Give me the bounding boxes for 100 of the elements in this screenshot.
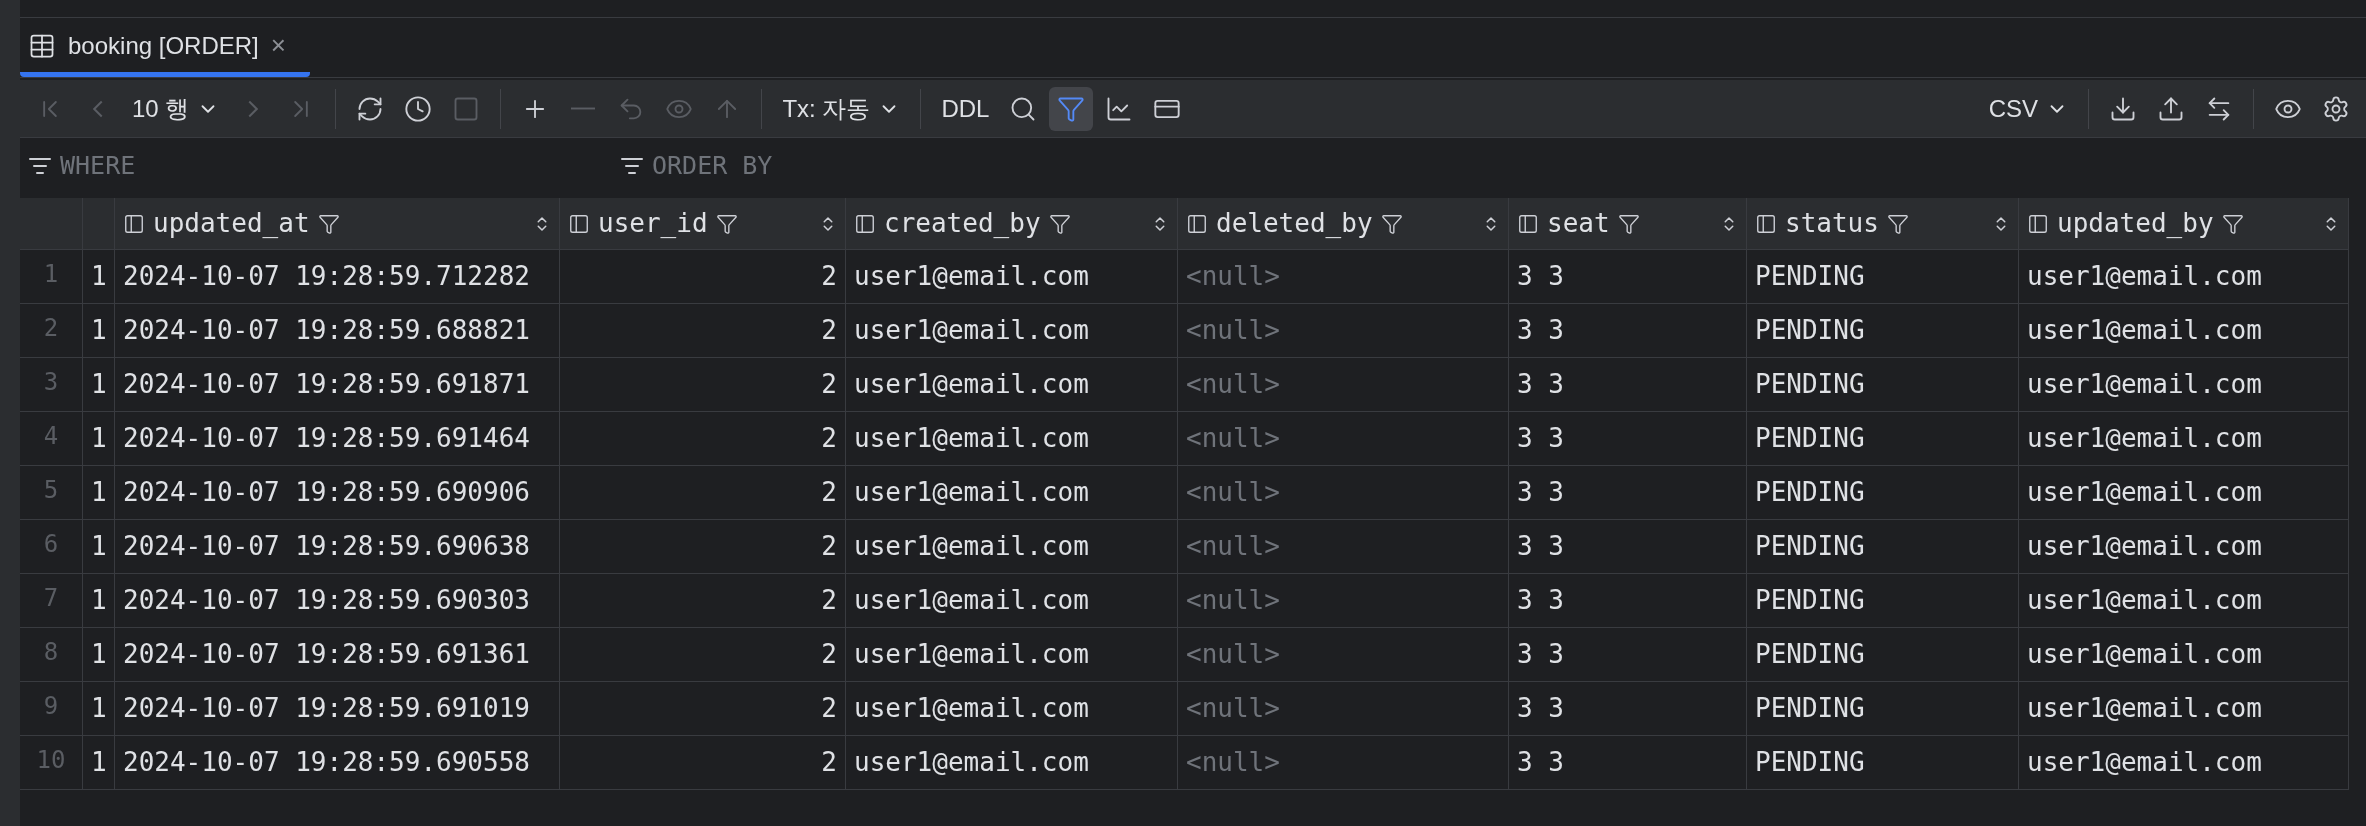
table-cell: user1@email.com (846, 358, 1178, 411)
table-cell: user1@email.com (846, 466, 1178, 519)
column-icon (2027, 212, 2049, 235)
table-cell: 1 (83, 736, 115, 789)
table-cell: 3 3 (1509, 412, 1747, 465)
table-cell: 2024-10-07 19:28:59.691361 (115, 628, 560, 681)
table-cell: user1@email.com (2019, 412, 2349, 465)
table-cell: 3 3 (1509, 682, 1747, 735)
table-cell: 1 (83, 628, 115, 681)
filter-icon (2221, 212, 2244, 235)
column-name: deleted_by (1216, 207, 1373, 240)
table-cell: 2 (560, 736, 846, 789)
order-by-field[interactable]: ORDER BY (652, 147, 1152, 185)
table-cell: 2 (560, 250, 846, 303)
table-cell: PENDING (1747, 520, 2019, 573)
table-cell: 3 3 (1509, 520, 1747, 573)
null-cell: <null> (1178, 358, 1509, 411)
row-number: 2 (20, 304, 83, 357)
filter-icon (1048, 212, 1071, 235)
table-cell: PENDING (1747, 412, 2019, 465)
table-cell: user1@email.com (846, 520, 1178, 573)
column-name: updated_at (153, 207, 310, 240)
dropdown-button[interactable]: 10 행 (124, 86, 228, 131)
table-cell: user1@email.com (846, 574, 1178, 627)
previous-page-icon (93, 99, 103, 118)
column-header[interactable]: deleted_by (1178, 198, 1509, 249)
table-cell: 1 (83, 682, 115, 735)
table-cell: 2 (560, 574, 846, 627)
column-icon (568, 212, 590, 235)
column-header[interactable]: status (1747, 198, 2019, 249)
table-cell: PENDING (1747, 466, 2019, 519)
row-number: 7 (20, 574, 83, 627)
table-cell: 2 (560, 466, 846, 519)
settings-icon (2322, 94, 2350, 123)
next-page-icon (248, 99, 259, 118)
table-cell: 3 3 (1509, 574, 1747, 627)
table-cell: user1@email.com (2019, 250, 2349, 303)
dropdown-button[interactable]: CSV (1980, 86, 2076, 131)
filter-button[interactable] (1049, 86, 1094, 131)
row-number: 10 (20, 736, 83, 789)
table-cell: user1@email.com (2019, 520, 2349, 573)
table-cell: user1@email.com (2019, 466, 2349, 519)
filter-icon (317, 212, 340, 235)
where-field[interactable]: WHERE (60, 147, 560, 185)
table-cell: user1@email.com (2019, 628, 2349, 681)
null-cell: <null> (1178, 574, 1509, 627)
table-cell: PENDING (1747, 736, 2019, 789)
column-header[interactable]: user_id (560, 198, 846, 249)
row-number: 1 (20, 250, 83, 303)
null-cell: <null> (1178, 412, 1509, 465)
row-number: 4 (20, 412, 83, 465)
table-cell: 1 (83, 412, 115, 465)
null-cell: <null> (1178, 466, 1509, 519)
column-header[interactable]: seat (1509, 198, 1747, 249)
filter-icon (1380, 212, 1403, 235)
row-number: 3 (20, 358, 83, 411)
column-name: created_by (884, 207, 1041, 240)
column-header[interactable]: created_by (846, 198, 1178, 249)
column-icon (1186, 212, 1208, 235)
table-cell: PENDING (1747, 682, 2019, 735)
null-cell: <null> (1178, 628, 1509, 681)
dropdown-button[interactable]: Tx: 자동 (774, 86, 909, 131)
table-cell: 1 (83, 466, 115, 519)
table-cell: 2 (560, 682, 846, 735)
table-cell: 2024-10-07 19:28:59.712282 (115, 250, 560, 303)
row-number: 8 (20, 628, 83, 681)
table-cell: user1@email.com (2019, 736, 2349, 789)
column-header[interactable]: updated_by (2019, 198, 2349, 249)
table-cell: 2 (560, 412, 846, 465)
ddl-button[interactable]: DDL (933, 86, 998, 131)
table-cell: 3 3 (1509, 466, 1747, 519)
column-name: seat (1547, 207, 1610, 240)
table-cell: 2024-10-07 19:28:59.688821 (115, 304, 560, 357)
table-cell: user1@email.com (846, 628, 1178, 681)
table-cell: 2024-10-07 19:28:59.690303 (115, 574, 560, 627)
column-icon (123, 212, 145, 235)
table-cell: 2 (560, 628, 846, 681)
column-icon (1517, 212, 1539, 235)
table-cell: 2024-10-07 19:28:59.690558 (115, 736, 560, 789)
null-cell: <null> (1178, 304, 1509, 357)
remove-row-icon (571, 107, 596, 110)
table-cell: 3 3 (1509, 628, 1747, 681)
row-number: 5 (20, 466, 83, 519)
table-cell: 2 (560, 358, 846, 411)
table-cell: 3 3 (1509, 304, 1747, 357)
table-cell: user1@email.com (2019, 682, 2349, 735)
table-cell: 2024-10-07 19:28:59.691871 (115, 358, 560, 411)
column-name: user_id (598, 207, 708, 240)
table-cell: user1@email.com (2019, 574, 2349, 627)
column-header[interactable]: updated_at (115, 198, 560, 249)
close-button[interactable]: × (270, 26, 286, 65)
clock-icon (404, 94, 433, 123)
table-cell: 3 3 (1509, 358, 1747, 411)
table-cell: PENDING (1747, 358, 2019, 411)
null-cell: <null> (1178, 736, 1509, 789)
table-cell: user1@email.com (846, 682, 1178, 735)
null-cell: <null> (1178, 250, 1509, 303)
null-cell: <null> (1178, 520, 1509, 573)
column-name: status (1785, 207, 1879, 240)
null-cell: <null> (1178, 682, 1509, 735)
